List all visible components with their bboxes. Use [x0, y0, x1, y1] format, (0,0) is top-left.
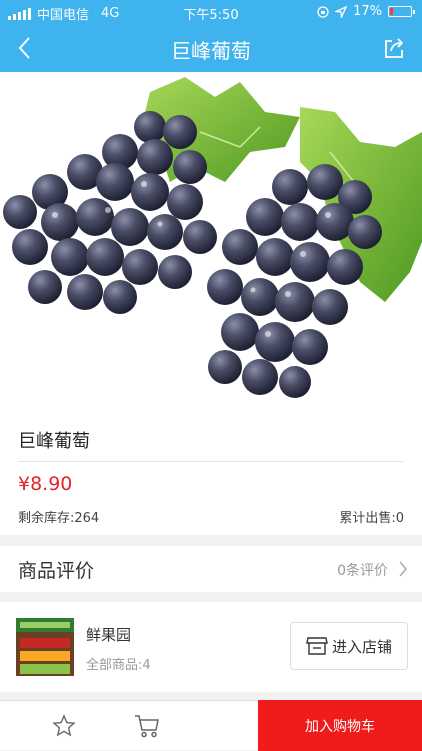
- product-image: [0, 72, 422, 415]
- shop-product-count: 全部商品:4: [86, 658, 151, 673]
- share-icon[interactable]: [382, 36, 406, 60]
- sold-count: 累计出售:0: [339, 511, 404, 526]
- status-right: 17%: [317, 4, 415, 19]
- orientation-lock-icon: [317, 5, 329, 18]
- reviews-count: 0条评价: [337, 563, 388, 579]
- shop-card: 鲜果园 全部商品:4 进入店铺: [0, 602, 422, 692]
- nav-bar: 巨峰葡萄: [0, 24, 422, 72]
- add-to-cart-button[interactable]: 加入购物车: [258, 700, 422, 751]
- battery-icon: [388, 6, 415, 17]
- chevron-right-icon: [399, 561, 407, 577]
- stock-count: 剩余库存:264: [18, 511, 100, 526]
- reviews-title: 商品评价: [18, 560, 95, 582]
- page-title: 巨峰葡萄: [171, 39, 251, 63]
- product-info: 巨峰葡萄 ¥8.90 剩余库存:264 累计出售:0: [0, 415, 422, 535]
- grapes-image: [0, 72, 422, 415]
- star-icon[interactable]: [52, 714, 76, 738]
- enter-shop-label: 进入店铺: [331, 637, 392, 656]
- product-name: 巨峰葡萄: [18, 431, 90, 452]
- cart-icon[interactable]: [134, 713, 160, 739]
- battery-percent: 17%: [353, 4, 382, 19]
- bottom-bar: 加入购物车: [0, 700, 422, 751]
- shop-avatar[interactable]: [16, 618, 74, 676]
- status-bar: 中国电信 4G 下午5:50 17%: [0, 0, 422, 24]
- product-price: ¥8.90: [18, 473, 73, 495]
- location-icon: [335, 5, 348, 18]
- store-icon: [306, 637, 328, 655]
- shop-name: 鲜果园: [86, 626, 132, 644]
- reviews-row[interactable]: 商品评价 0条评价: [0, 546, 422, 592]
- divider: [18, 461, 404, 462]
- enter-shop-button[interactable]: 进入店铺: [290, 622, 408, 670]
